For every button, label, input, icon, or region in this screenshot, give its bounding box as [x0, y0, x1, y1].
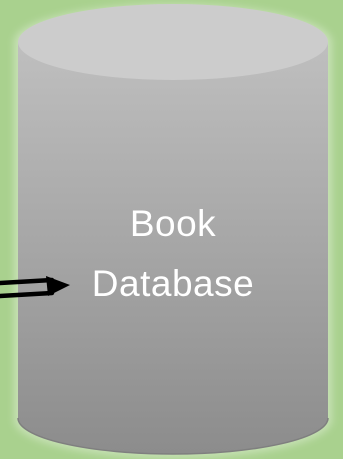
database-label-line-2: Database: [91, 263, 255, 304]
database-label-line-1: Book: [129, 203, 217, 244]
cylinder-top: [18, 4, 328, 80]
